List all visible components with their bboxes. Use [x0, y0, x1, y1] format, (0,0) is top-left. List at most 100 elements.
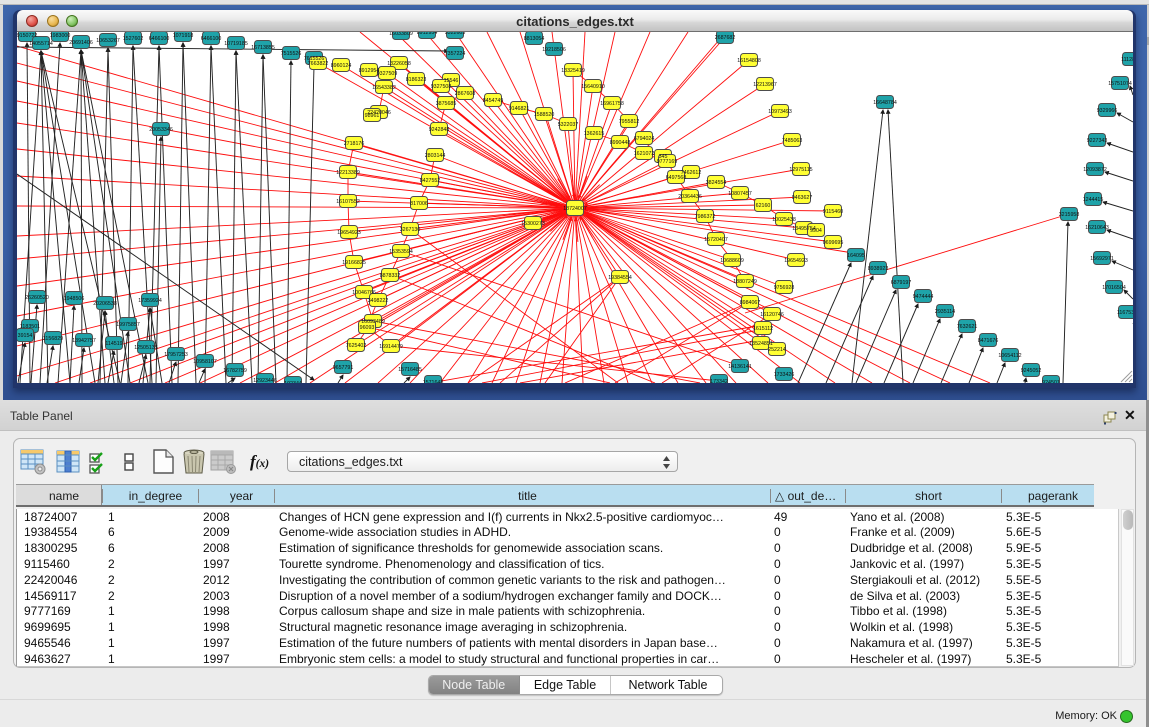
svg-text:7515526: 7515526 [281, 50, 302, 56]
svg-text:8878332: 8878332 [380, 272, 401, 278]
svg-text:2935114: 2935114 [935, 308, 955, 314]
svg-text:9146821: 9146821 [509, 105, 530, 111]
svg-text:252214: 252214 [768, 346, 786, 352]
svg-text:15692971: 15692971 [1090, 255, 1114, 261]
svg-text:20364436: 20364436 [678, 193, 702, 199]
svg-text:1183501: 1183501 [20, 323, 40, 329]
svg-text:10958107: 10958107 [193, 358, 217, 364]
svg-text:17957253: 17957253 [164, 351, 188, 357]
svg-text:16210643: 16210643 [1085, 224, 1109, 230]
svg-text:16120746: 16120746 [760, 311, 784, 317]
svg-text:173342: 173342 [710, 378, 728, 382]
svg-text:12505135: 12505135 [134, 344, 158, 350]
svg-text:2867608: 2867608 [455, 90, 476, 96]
svg-text:1156829: 1156829 [43, 335, 63, 341]
svg-text:2718176: 2718176 [344, 140, 365, 146]
svg-text:10807457: 10807457 [728, 190, 752, 196]
svg-text:16033809: 16033809 [389, 32, 413, 37]
svg-text:3498222: 3498222 [368, 297, 389, 303]
svg-text:26260520: 26260520 [25, 294, 49, 300]
svg-text:15353594: 15353594 [389, 248, 413, 254]
svg-text:15716485: 15716485 [398, 366, 422, 372]
svg-text:13325419: 13325419 [561, 67, 585, 73]
svg-text:192344: 192344 [284, 380, 302, 382]
svg-text:9777169: 9777169 [657, 158, 678, 164]
svg-text:16713855: 16713855 [251, 44, 275, 50]
svg-text:12213389: 12213389 [336, 169, 360, 175]
svg-text:17359924: 17359924 [138, 297, 162, 303]
svg-text:6466100: 6466100 [201, 35, 222, 41]
svg-text:9463627: 9463627 [792, 194, 813, 200]
svg-text:15300273: 15300273 [521, 220, 545, 226]
svg-text:20691406: 20691406 [69, 39, 93, 45]
svg-text:9657791: 9657791 [333, 364, 354, 370]
svg-text:1621072: 1621072 [634, 150, 655, 156]
svg-text:13226058: 13226058 [387, 60, 411, 66]
svg-text:1112850: 1112850 [1121, 56, 1133, 62]
svg-text:10025438: 10025438 [772, 216, 796, 222]
svg-text:19218506: 19218506 [542, 46, 566, 52]
svg-text:10046766: 10046766 [352, 289, 376, 295]
svg-text:1167534: 1167534 [1117, 309, 1133, 315]
svg-text:3824554: 3824554 [706, 179, 727, 185]
svg-text:9756928: 9756928 [774, 284, 795, 290]
svg-text:62160: 62160 [756, 202, 771, 208]
svg-text:8454749: 8454749 [483, 97, 504, 103]
svg-text:1244415: 1244415 [1083, 196, 1104, 202]
svg-text:7632621: 7632621 [957, 323, 978, 329]
svg-text:114519: 114519 [105, 340, 122, 346]
svg-text:12975115: 12975115 [789, 166, 812, 172]
svg-text:10688609: 10688609 [720, 257, 744, 263]
svg-text:8471676: 8471676 [978, 337, 999, 343]
svg-text:3215958: 3215958 [1059, 211, 1080, 217]
svg-text:19166825: 19166825 [342, 259, 366, 265]
svg-text:7955812: 7955812 [619, 118, 640, 124]
svg-text:10654112: 10654112 [998, 352, 1021, 358]
svg-text:20053346: 20053346 [149, 126, 173, 132]
svg-text:3267130: 3267130 [400, 226, 421, 232]
svg-text:6794024: 6794024 [634, 135, 655, 141]
svg-text:7663822: 7663822 [308, 60, 329, 66]
svg-text:9329966: 9329966 [1097, 107, 1118, 113]
svg-text:15751074: 15751074 [1108, 80, 1132, 86]
svg-text:19384554: 19384554 [608, 274, 632, 280]
svg-text:164095: 164095 [847, 252, 865, 258]
svg-text:12093872: 12093872 [1083, 166, 1107, 172]
svg-text:1527602: 1527602 [123, 35, 144, 41]
svg-text:20206538: 20206538 [93, 300, 117, 306]
svg-text:1071918: 1071918 [173, 32, 194, 38]
svg-text:19654923: 19654923 [337, 229, 361, 235]
svg-text:16961758: 16961758 [600, 100, 624, 106]
svg-text:8990448: 8990448 [610, 139, 631, 145]
svg-text:6879197: 6879197 [891, 279, 912, 285]
svg-text:7986372: 7986372 [695, 213, 716, 219]
svg-text:8984067: 8984067 [740, 299, 761, 305]
svg-text:8938923: 8938923 [868, 265, 889, 271]
svg-text:17016504: 17016504 [1102, 284, 1126, 290]
svg-text:96093: 96093 [360, 324, 375, 330]
svg-text:39154: 39154 [18, 332, 33, 338]
svg-text:8427552: 8427552 [420, 177, 441, 183]
svg-text:1362615: 1362615 [584, 130, 605, 136]
svg-text:6466100: 6466100 [149, 35, 170, 41]
svg-text:8813054: 8813054 [524, 35, 545, 41]
svg-text:6497568: 6497568 [666, 174, 687, 180]
svg-text:7357224: 7357224 [445, 50, 466, 56]
svg-text:12923446: 12923446 [253, 377, 277, 382]
svg-text:1983000: 1983000 [50, 32, 71, 38]
svg-text:10719185: 10719185 [224, 40, 248, 46]
svg-text:9474444: 9474444 [913, 293, 934, 299]
svg-text:16107552: 16107552 [336, 198, 360, 204]
svg-text:9227343: 9227343 [1087, 137, 1108, 143]
svg-text:1615112: 1615112 [753, 325, 773, 331]
svg-text:8912954: 8912954 [417, 32, 438, 36]
svg-text:9327508: 9327508 [431, 83, 452, 89]
svg-text:1733426: 1733426 [774, 371, 795, 377]
svg-text:9242848: 9242848 [429, 126, 450, 132]
svg-text:10653267: 10653267 [96, 37, 120, 43]
svg-text:5322605: 5322605 [445, 32, 466, 36]
svg-text:16914479: 16914479 [379, 343, 403, 349]
svg-text:15720407: 15720407 [704, 236, 728, 242]
svg-text:16648784: 16648784 [873, 99, 897, 105]
svg-text:19654923: 19654923 [784, 257, 808, 263]
